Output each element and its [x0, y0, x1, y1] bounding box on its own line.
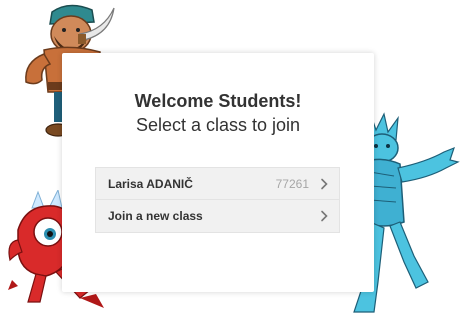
join-class-card: Welcome Students! Select a class to join…	[62, 53, 374, 292]
chevron-right-icon	[321, 210, 328, 222]
class-teacher-name: Larisa ADANIČ	[108, 176, 193, 191]
welcome-title: Welcome Students!	[134, 91, 302, 111]
welcome-subtitle: Select a class to join	[135, 115, 301, 135]
class-list: Larisa ADANIČ 77261 Join a new class	[95, 167, 340, 233]
join-new-class-label: Join a new class	[108, 209, 203, 223]
join-new-class-row[interactable]: Join a new class	[95, 200, 340, 233]
class-row-larisa-adanic[interactable]: Larisa ADANIČ 77261	[95, 167, 340, 200]
chevron-right-icon	[321, 178, 328, 189]
class-code: 77261	[275, 176, 309, 191]
